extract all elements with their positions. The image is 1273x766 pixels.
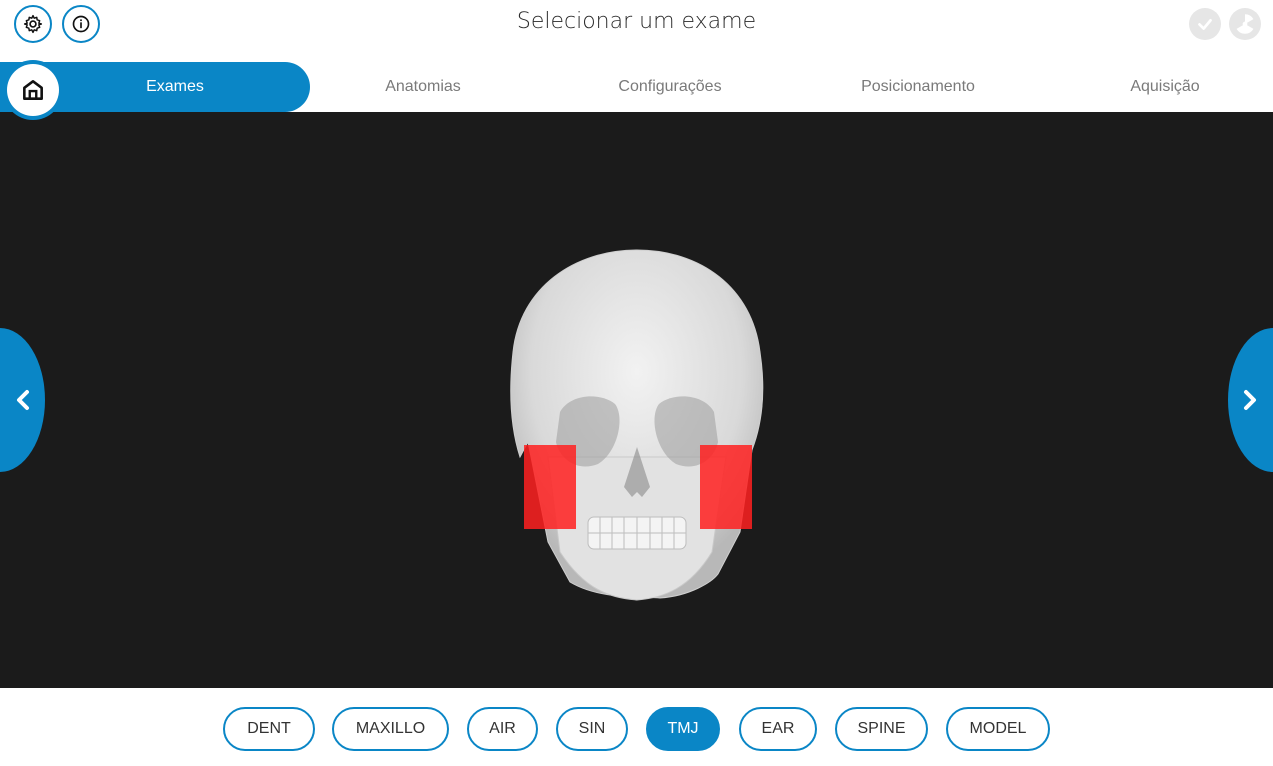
radiation-icon [1236, 14, 1254, 34]
tab-aquisicao[interactable]: Aquisição [1100, 62, 1230, 112]
chevron-left-icon [17, 390, 29, 410]
tab-anatomias[interactable]: Anatomias [340, 62, 506, 112]
home-icon [23, 80, 43, 100]
skull-model [510, 249, 764, 601]
exam-sin-button[interactable]: SIN [556, 707, 628, 751]
exam-spine-button[interactable]: SPINE [835, 707, 928, 751]
home-button-inner [7, 64, 59, 116]
workflow-tabs: Exames Anatomias Configurações Posiciona… [0, 62, 1273, 112]
home-button[interactable] [3, 60, 63, 120]
exam-model-button[interactable]: MODEL [946, 707, 1050, 751]
status-radiation [1229, 8, 1261, 40]
exam-type-bar: DENT MAXILLO AIR SIN TMJ EAR SPINE MODEL [0, 688, 1273, 766]
exam-air-button[interactable]: AIR [467, 707, 538, 751]
page-title: Selecionar um exame [516, 9, 757, 34]
tab-configuracoes[interactable]: Configurações [580, 62, 760, 112]
check-circle-icon [1198, 18, 1212, 30]
exam-tmj-button[interactable]: TMJ [646, 707, 720, 751]
chevron-right-icon [1244, 390, 1256, 410]
anatomy-viewer[interactable] [0, 112, 1273, 688]
status-check [1189, 8, 1221, 40]
exam-ear-button[interactable]: EAR [739, 707, 817, 751]
exam-maxillo-button[interactable]: MAXILLO [332, 707, 449, 751]
tab-posicionamento[interactable]: Posicionamento [830, 62, 1006, 112]
exam-dent-button[interactable]: DENT [223, 707, 315, 751]
header-bar: Selecionar um exame [0, 0, 1273, 50]
